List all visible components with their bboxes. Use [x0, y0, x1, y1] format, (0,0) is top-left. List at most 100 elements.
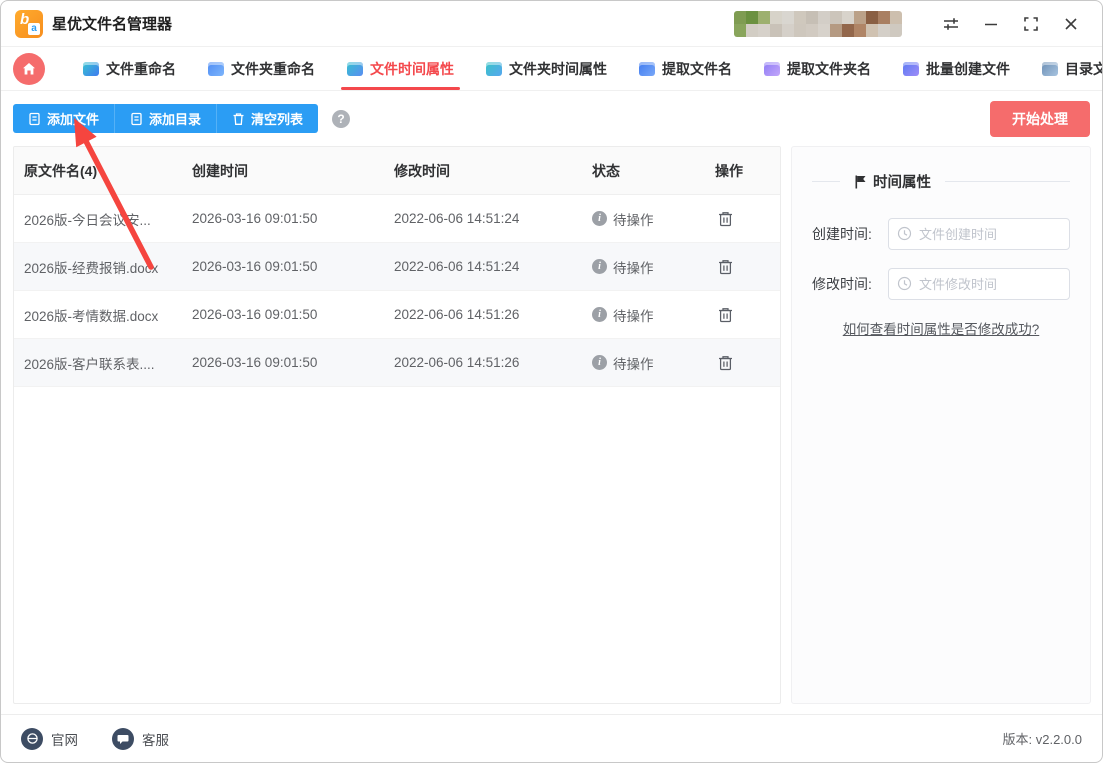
- tab-label: 提取文件夹名: [787, 60, 871, 77]
- cell-created: 2026-03-16 09:01:50: [182, 291, 384, 339]
- file-actions-group: 添加文件 添加目录 清空列表: [13, 104, 319, 133]
- tab-label: 文件夹重命名: [231, 60, 315, 77]
- cell-modified: 2022-06-06 14:51:26: [384, 339, 582, 387]
- start-process-button[interactable]: 开始处理: [990, 100, 1090, 137]
- panel-title-row: 时间属性: [812, 171, 1070, 192]
- tab-bar: 文件重命名 文件夹重命名 文件时间属性 文件夹时间属性 提取文件名 提取文件夹名 批量创建文…: [1, 47, 1102, 91]
- home-button[interactable]: [13, 52, 45, 85]
- how-to-verify-link[interactable]: 如何查看时间属性是否修改成功?: [812, 318, 1070, 338]
- title-bar: ba 星优文件名管理器: [1, 1, 1102, 47]
- merge-extract-icon: [1042, 61, 1058, 76]
- files-rename-icon: [83, 61, 99, 76]
- table-row[interactable]: 2026版-客户联系表.... 2026-03-16 09:01:50 2022-0…: [14, 339, 780, 387]
- folder-rename-icon: [208, 61, 224, 76]
- trash-icon: [719, 355, 732, 370]
- table-row[interactable]: 2026版-经费报销.docx 2026-03-16 09:01:50 2022-0…: [14, 243, 780, 291]
- tab-label: 目录文件合并/提取: [1065, 60, 1102, 77]
- folder-time-icon: [486, 61, 502, 76]
- tab-2[interactable]: 文件时间属性: [331, 47, 470, 90]
- toolbar: 添加文件 添加目录 清空列表 ? 开始处理: [1, 91, 1102, 146]
- trash-icon: [719, 259, 732, 274]
- modified-time-row: 修改时间:: [812, 268, 1070, 300]
- chat-bubble-icon: [112, 727, 134, 750]
- table-row[interactable]: 2026版-考情数据.docx 2026-03-16 09:01:50 2022-0…: [14, 291, 780, 339]
- maximize-icon[interactable]: [1014, 9, 1048, 39]
- tab-6[interactable]: 批量创建文件: [887, 47, 1026, 90]
- table-row[interactable]: 2026版-今日会议安... 2026-03-16 09:01:50 2022-06…: [14, 195, 780, 243]
- cell-filename: 2026版-经费报销.docx: [14, 243, 182, 291]
- clear-list-label: 清空列表: [251, 112, 304, 127]
- modified-time-input[interactable]: [888, 268, 1070, 300]
- created-time-row: 创建时间:: [812, 218, 1070, 250]
- cell-action: [705, 291, 780, 339]
- delete-row-button[interactable]: [715, 208, 736, 230]
- add-directory-label: 添加目录: [149, 112, 202, 127]
- settings-sliders-icon[interactable]: [934, 9, 968, 39]
- delete-row-button[interactable]: [715, 304, 736, 326]
- extract-foldername-icon: [764, 61, 780, 76]
- app-window: ba 星优文件名管理器 文件重命名 文件夹重命名 文件时间属性 文件夹时间属性 …: [0, 0, 1103, 763]
- time-attribute-panel: 时间属性 创建时间: 修改时间:: [791, 146, 1091, 704]
- tab-label: 文件夹时间属性: [509, 60, 607, 77]
- tab-4[interactable]: 提取文件名: [623, 47, 748, 90]
- app-logo-icon: ba: [15, 9, 43, 38]
- tab-0[interactable]: 文件重命名: [67, 47, 192, 90]
- footer: 官网 客服 版本: v2.2.0.0: [1, 714, 1102, 762]
- extract-filename-icon: [639, 61, 655, 76]
- tab-3[interactable]: 文件夹时间属性: [470, 47, 623, 90]
- close-icon[interactable]: [1054, 9, 1088, 39]
- file-time-icon: [347, 61, 363, 76]
- official-site-label: 官网: [51, 732, 78, 748]
- status-text: 待操作: [613, 308, 654, 324]
- app-title: 星优文件名管理器: [52, 16, 173, 33]
- batch-create-icon: [903, 61, 919, 76]
- minimize-icon[interactable]: [974, 9, 1008, 39]
- column-header: 创建时间: [182, 147, 384, 195]
- cell-created: 2026-03-16 09:01:50: [182, 195, 384, 243]
- flag-icon: [855, 175, 866, 188]
- file-table: 原文件名(4) 创建时间 修改时间 状态 操作 2026版-今日会议安... 2026-0…: [13, 146, 781, 704]
- cell-filename: 2026版-客户联系表....: [14, 339, 182, 387]
- delete-row-button[interactable]: [715, 352, 736, 374]
- info-icon: i: [592, 355, 607, 370]
- table-header-row: 原文件名(4) 创建时间 修改时间 状态 操作: [14, 147, 780, 195]
- version-label: 版本: v2.2.0.0: [1002, 732, 1082, 747]
- cell-modified: 2022-06-06 14:51:24: [384, 195, 582, 243]
- official-site-link[interactable]: 官网: [21, 727, 78, 750]
- table-body: 2026版-今日会议安... 2026-03-16 09:01:50 2022-06…: [14, 195, 780, 387]
- browser-e-icon: [21, 727, 43, 750]
- cell-status: i 待操作: [582, 291, 705, 339]
- add-file-label: 添加文件: [47, 112, 100, 127]
- main-content: 原文件名(4) 创建时间 修改时间 状态 操作 2026版-今日会议安... 2026-0…: [1, 146, 1102, 704]
- cell-created: 2026-03-16 09:01:50: [182, 243, 384, 291]
- trash-icon: [719, 307, 732, 322]
- cell-action: [705, 243, 780, 291]
- cell-filename: 2026版-今日会议安...: [14, 195, 182, 243]
- column-header: 操作: [705, 147, 780, 195]
- column-header: 修改时间: [384, 147, 582, 195]
- cell-modified: 2022-06-06 14:51:26: [384, 291, 582, 339]
- status-text: 待操作: [613, 356, 654, 372]
- customer-service-link[interactable]: 客服: [112, 727, 169, 750]
- created-time-input[interactable]: [888, 218, 1070, 250]
- add-file-button[interactable]: 添加文件: [13, 104, 116, 133]
- tab-1[interactable]: 文件夹重命名: [192, 47, 331, 90]
- help-icon[interactable]: ?: [332, 109, 351, 128]
- cell-action: [705, 339, 780, 387]
- redacted-user-info: [734, 10, 902, 37]
- add-directory-button[interactable]: 添加目录: [115, 104, 218, 133]
- cell-status: i 待操作: [582, 339, 705, 387]
- panel-title: 时间属性: [873, 175, 931, 191]
- clear-list-button[interactable]: 清空列表: [217, 104, 319, 133]
- info-icon: i: [592, 307, 607, 322]
- delete-row-button[interactable]: [715, 256, 736, 278]
- cell-modified: 2022-06-06 14:51:24: [384, 243, 582, 291]
- trash-icon: [719, 211, 732, 226]
- created-time-label: 创建时间:: [812, 226, 872, 242]
- tab-7[interactable]: 目录文件合并/提取: [1026, 47, 1102, 90]
- cell-filename: 2026版-考情数据.docx: [14, 291, 182, 339]
- column-header: 原文件名(4): [14, 147, 182, 195]
- modified-time-label: 修改时间:: [812, 276, 872, 292]
- tab-5[interactable]: 提取文件夹名: [748, 47, 887, 90]
- clock-icon: [897, 226, 912, 241]
